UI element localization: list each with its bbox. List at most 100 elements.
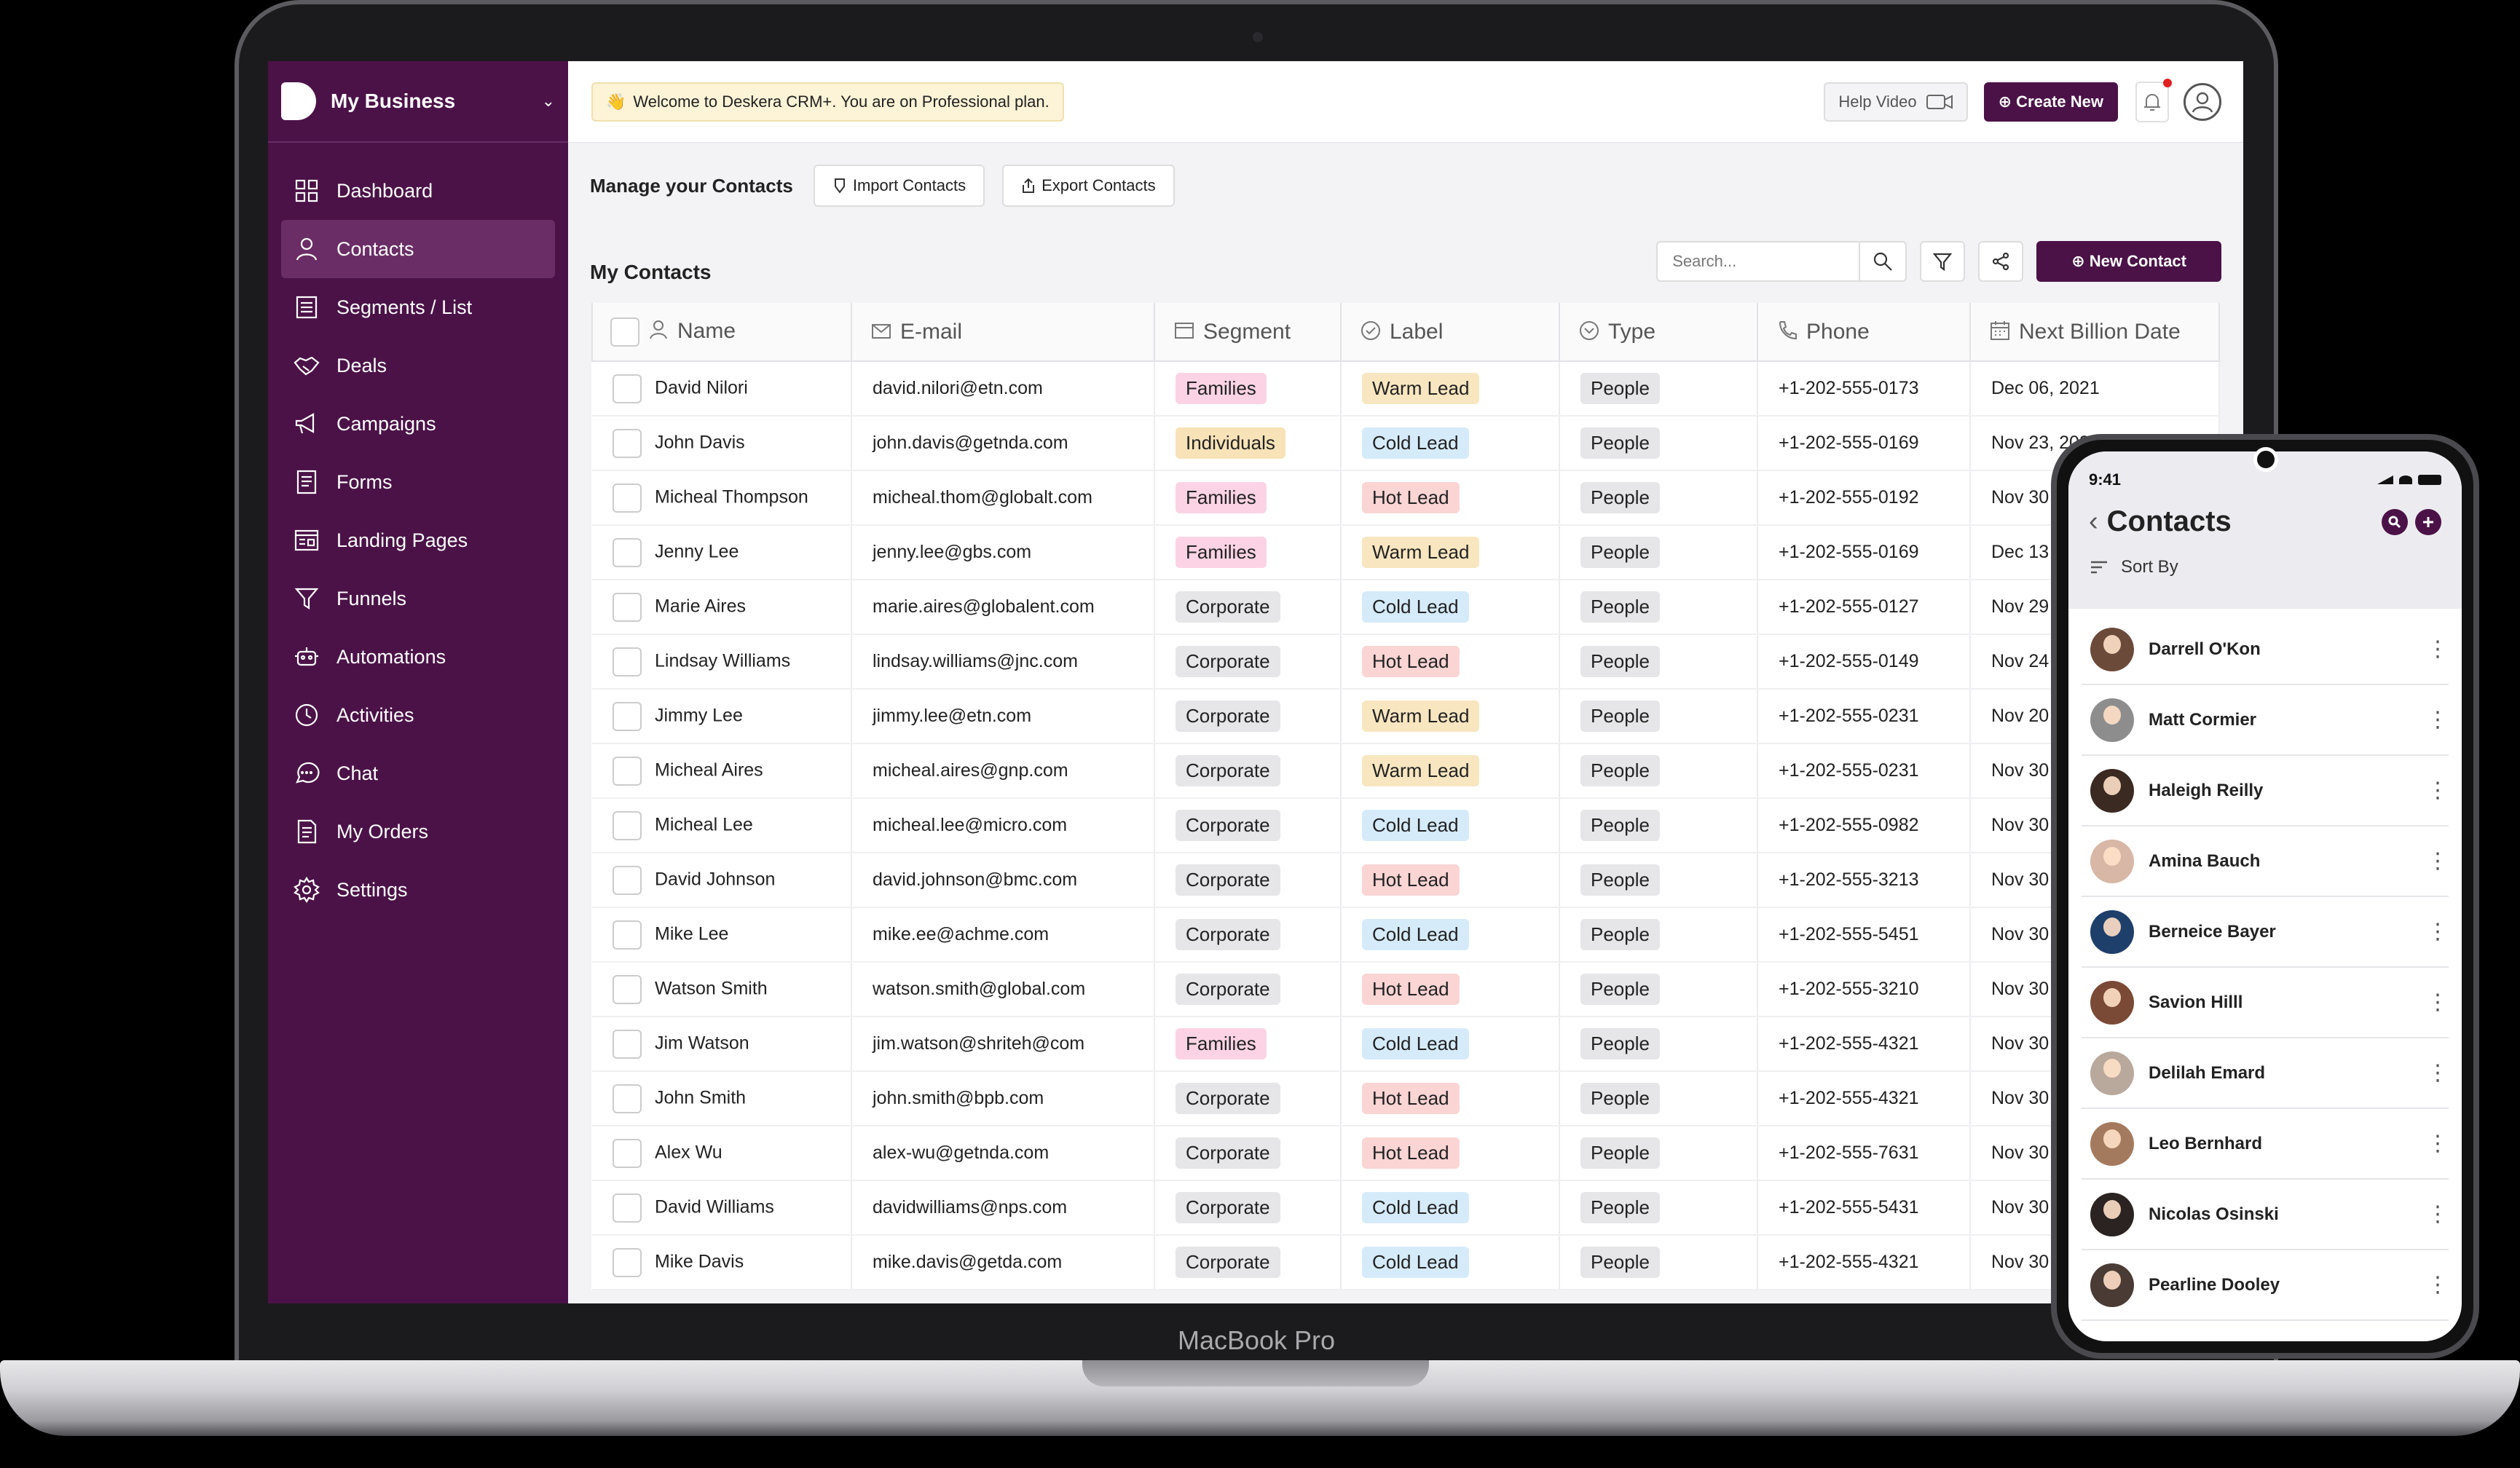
help-video-button[interactable]: Help Video — [1824, 82, 1968, 122]
column-email[interactable]: E-mail — [851, 303, 1155, 362]
phone-contact-item[interactable]: Matt Cormier ⋮ — [2082, 685, 2449, 756]
column-phone[interactable]: Phone — [1757, 303, 1971, 362]
sidebar-item-landing-pages[interactable]: Landing Pages — [281, 511, 555, 569]
more-options-icon[interactable]: ⋮ — [2427, 779, 2449, 802]
more-options-icon[interactable]: ⋮ — [2427, 991, 2449, 1014]
phone-contact-item[interactable]: Delilah Emard ⋮ — [2082, 1038, 2449, 1109]
row-checkbox[interactable] — [613, 1029, 642, 1059]
table-row[interactable]: David Williams davidwilliams@nps.com Corpo… — [592, 1180, 2220, 1236]
contact-name[interactable]: Mike Lee — [655, 923, 728, 944]
table-row[interactable]: Mike Davis mike.davis@getda.com Corporate C… — [592, 1235, 2220, 1290]
search-input[interactable]: Search... — [1656, 241, 1907, 282]
row-checkbox[interactable] — [613, 701, 642, 731]
notifications-button[interactable] — [2135, 78, 2172, 122]
contact-name[interactable]: Lindsay Williams — [655, 650, 790, 671]
row-checkbox[interactable] — [613, 1138, 642, 1168]
more-options-icon[interactable]: ⋮ — [2427, 850, 2449, 872]
phone-contact-item[interactable]: Savion Hilll ⋮ — [2082, 968, 2449, 1038]
contact-name[interactable]: Mike Davis — [655, 1251, 744, 1271]
phone-contact-item[interactable]: Darrell O'Kon ⋮ — [2082, 615, 2449, 685]
table-row[interactable]: Micheal Lee micheal.lee@micro.com Corporat… — [592, 798, 2220, 853]
more-options-icon[interactable]: ⋮ — [2427, 920, 2449, 943]
phone-add-button[interactable] — [2415, 508, 2441, 535]
sidebar-item-campaigns[interactable]: Campaigns — [281, 395, 555, 453]
contact-name[interactable]: Micheal Lee — [655, 814, 753, 834]
import-contacts-button[interactable]: Import Contacts — [813, 165, 985, 207]
more-options-icon[interactable]: ⋮ — [2427, 1203, 2449, 1226]
column-name[interactable]: Name — [591, 303, 852, 362]
contact-name[interactable]: John Smith — [655, 1087, 746, 1108]
table-row[interactable]: Micheal Aires micheal.aires@gnp.com Corpor… — [592, 743, 2220, 799]
contact-name[interactable]: Jimmy Lee — [655, 705, 743, 725]
table-row[interactable]: David Johnson david.johnson@bmc.com Corpor… — [592, 853, 2220, 908]
sidebar-item-segments-list[interactable]: Segments / List — [281, 278, 555, 336]
phone-contact-item[interactable]: Amina Bauch ⋮ — [2082, 826, 2449, 897]
sidebar-item-deals[interactable]: Deals — [281, 336, 555, 395]
row-checkbox[interactable] — [613, 647, 642, 676]
export-contacts-button[interactable]: Export Contacts — [1002, 165, 1175, 207]
row-checkbox[interactable] — [613, 428, 642, 458]
contact-name[interactable]: John Davis — [655, 432, 745, 452]
contact-name[interactable]: David Williams — [655, 1196, 774, 1217]
column-label[interactable]: Label — [1340, 303, 1560, 362]
phone-contact-item[interactable]: Pearline Dooley ⋮ — [2082, 1250, 2449, 1321]
back-chevron-icon[interactable]: ‹ — [2089, 506, 2098, 537]
sidebar-item-funnels[interactable]: Funnels — [281, 569, 555, 628]
row-checkbox[interactable] — [613, 374, 642, 403]
sidebar-item-automations[interactable]: Automations — [281, 628, 555, 686]
phone-search-button[interactable] — [2382, 508, 2408, 535]
filter-button[interactable] — [1920, 241, 1966, 282]
sidebar-item-settings[interactable]: Settings — [281, 861, 555, 919]
contact-name[interactable]: Alex Wu — [655, 1142, 722, 1162]
column-type[interactable]: Type — [1559, 303, 1758, 362]
row-checkbox[interactable] — [613, 974, 642, 1004]
more-options-icon[interactable]: ⋮ — [2427, 1274, 2449, 1296]
sidebar-item-activities[interactable]: Activities — [281, 686, 555, 744]
new-contact-button[interactable]: ⊕ New Contact — [2036, 241, 2221, 282]
sidebar-item-forms[interactable]: Forms — [281, 453, 555, 511]
phone-contact-item[interactable]: Leo Bernhard ⋮ — [2082, 1109, 2449, 1180]
row-checkbox[interactable] — [613, 920, 642, 950]
row-checkbox[interactable] — [613, 810, 642, 840]
table-row[interactable]: John Davis john.davis@getnda.com Individua… — [592, 416, 2220, 471]
contact-name[interactable]: Watson Smith — [655, 978, 768, 998]
contact-name[interactable]: Marie Aires — [655, 596, 746, 616]
contact-name[interactable]: Micheal Aires — [655, 759, 763, 780]
contact-name[interactable]: Micheal Thompson — [655, 486, 808, 507]
table-row[interactable]: Lindsay Williams lindsay.williams@jnc.com… — [592, 634, 2220, 690]
profile-avatar[interactable] — [2184, 82, 2221, 121]
row-checkbox[interactable] — [613, 1084, 642, 1113]
contact-name[interactable]: Jim Watson — [655, 1033, 749, 1053]
table-row[interactable]: Micheal Thompson micheal.thom@globalt.com… — [592, 470, 2220, 526]
phone-contact-item[interactable]: Berneice Bayer ⋮ — [2082, 897, 2449, 968]
share-button[interactable] — [1978, 241, 2024, 282]
business-switcher[interactable]: My Business ⌄ — [268, 61, 568, 143]
table-row[interactable]: Jenny Lee jenny.lee@gbs.com Families Warm L… — [592, 525, 2220, 580]
sidebar-item-contacts[interactable]: Contacts — [281, 220, 555, 278]
table-row[interactable]: Jim Watson jim.watson@shriteh@com Families… — [592, 1017, 2220, 1072]
row-checkbox[interactable] — [613, 483, 642, 513]
row-checkbox[interactable] — [613, 1193, 642, 1223]
row-checkbox[interactable] — [613, 537, 642, 567]
contact-name[interactable]: David Nilori — [655, 377, 748, 398]
row-checkbox[interactable] — [613, 1247, 642, 1277]
sidebar-item-my-orders[interactable]: My Orders — [281, 802, 555, 861]
row-checkbox[interactable] — [613, 756, 642, 786]
more-options-icon[interactable]: ⋮ — [2427, 1062, 2449, 1084]
table-row[interactable]: John Smith john.smith@bpb.com Corporate Hot… — [592, 1071, 2220, 1126]
row-checkbox[interactable] — [613, 865, 642, 895]
table-row[interactable]: Mike Lee mike.ee@achme.com Corporate Cold L… — [592, 907, 2220, 963]
sidebar-item-dashboard[interactable]: Dashboard — [281, 162, 555, 220]
phone-contact-item[interactable]: Nicolas Osinski ⋮ — [2082, 1180, 2449, 1250]
contact-name[interactable]: Jenny Lee — [655, 541, 739, 561]
column-next-billing-date[interactable]: Next Billion Date — [1969, 303, 2220, 362]
column-segment[interactable]: Segment — [1154, 303, 1342, 362]
more-options-icon[interactable]: ⋮ — [2427, 638, 2449, 660]
sidebar-item-chat[interactable]: Chat — [281, 744, 555, 802]
table-row[interactable]: Watson Smith watson.smith@global.com Corpo… — [592, 962, 2220, 1017]
more-options-icon[interactable]: ⋮ — [2427, 709, 2449, 731]
table-row[interactable]: Alex Wu alex-wu@getnda.com Corporate Hot Le… — [592, 1126, 2220, 1181]
table-row[interactable]: Marie Aires marie.aires@globalent.com Corp… — [592, 580, 2220, 635]
table-row[interactable]: Jimmy Lee jimmy.lee@etn.com Corporate Warm … — [592, 689, 2220, 744]
create-new-button[interactable]: ⊕ Create New — [1983, 82, 2118, 122]
